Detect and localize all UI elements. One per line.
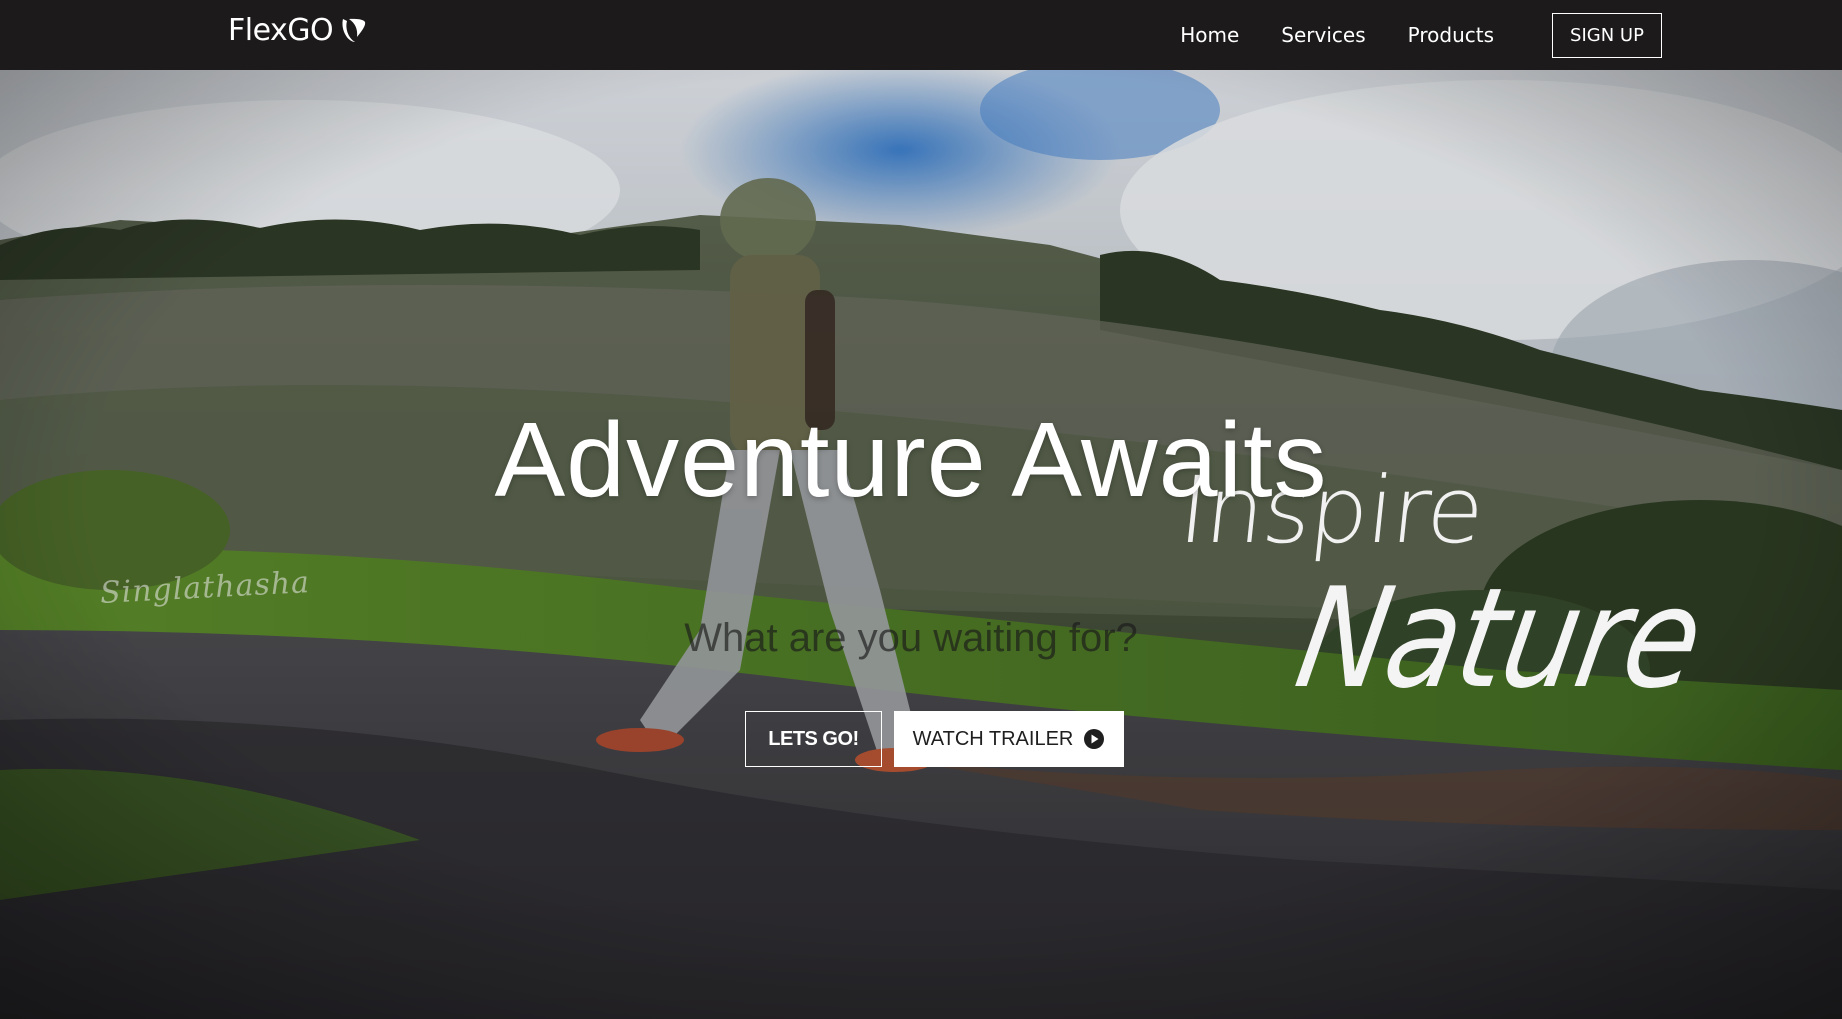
- signup-button[interactable]: SIGN UP: [1552, 12, 1662, 58]
- hero-subtitle: What are you waiting for?: [684, 616, 1138, 660]
- brand-name: FlexGO: [228, 12, 334, 48]
- hero-title: Adventure Awaits: [494, 401, 1328, 519]
- typo3-icon: [342, 18, 366, 42]
- watch-trailer-button[interactable]: WATCH TRAILER: [894, 711, 1124, 767]
- navbar: FlexGO Home Services Products SIGN UP: [0, 0, 1842, 70]
- nav-link-products[interactable]: Products: [1408, 23, 1494, 47]
- hero-overlay: [0, 70, 1842, 1019]
- brand-logo-link[interactable]: FlexGO: [228, 10, 367, 50]
- hero-buttons: LETS GO! WATCH TRAILER: [745, 711, 1124, 767]
- lets-go-button[interactable]: LETS GO!: [745, 711, 882, 767]
- hero-section: Singlathasha Inspire Nature Adventure Aw…: [0, 70, 1842, 1019]
- nav-link-services[interactable]: Services: [1281, 23, 1365, 47]
- nav-link-home[interactable]: Home: [1180, 23, 1239, 47]
- play-circle-icon: [1084, 729, 1105, 749]
- watch-trailer-label: WATCH TRAILER: [912, 727, 1074, 750]
- nav-links: Home Services Products SIGN UP: [1180, 0, 1842, 70]
